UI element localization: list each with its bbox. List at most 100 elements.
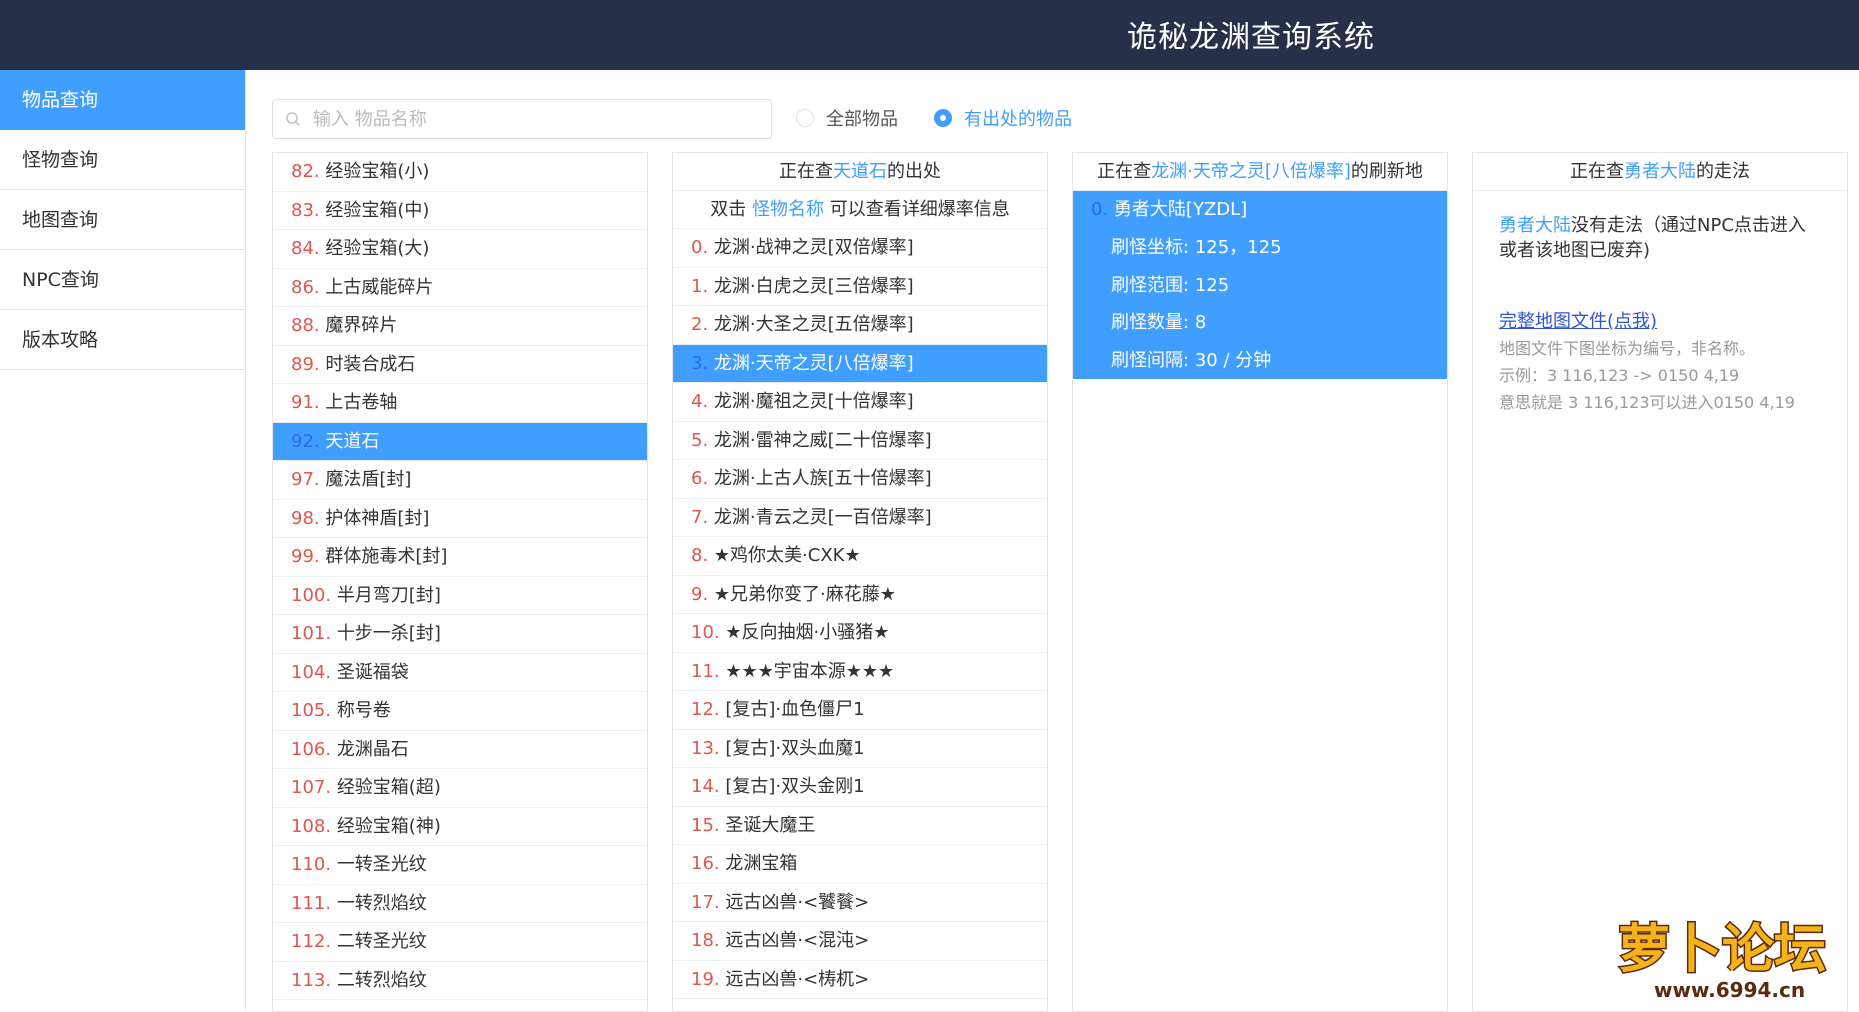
item-index: 98. (291, 507, 320, 529)
item-index: 86. (291, 276, 320, 298)
monster-row[interactable]: 9. ★兄弟你变了·麻花藤★ (673, 576, 1047, 614)
list-item[interactable]: 110. 一转圣光纹 (273, 846, 647, 885)
list-item-selected[interactable]: 92. 天道石 (273, 422, 647, 461)
monster-row[interactable]: 5. 龙渊·雷神之威[二十倍爆率] (673, 422, 1047, 460)
item-index: 84. (291, 238, 320, 259)
search-icon (286, 112, 300, 126)
search-input[interactable] (313, 102, 753, 136)
monster-row[interactable]: 19. 远古凶兽·<梼杌> (673, 961, 1047, 999)
monster-row[interactable]: 14. [复古]·双头金刚1 (673, 768, 1047, 807)
list-item[interactable]: 84. 经验宝箱(大) (273, 230, 647, 269)
list-item[interactable]: 100. 半月弯刀[封] (273, 577, 647, 615)
monster-row[interactable]: 15. 圣诞大魔王 (673, 807, 1047, 845)
route-content: 勇者大陆没有走法（通过NPC点击进入或者该地图已废弃) 完整地图文件(点我) 地… (1473, 191, 1847, 437)
item-name: 魔法盾[封] (325, 469, 412, 490)
monster-name: 龙渊·天帝之灵[八倍爆率] (713, 352, 914, 374)
monster-index: 13. (691, 737, 720, 759)
monster-name: 龙渊·战神之灵[双倍爆率] (713, 237, 914, 258)
list-item[interactable]: 108. 经验宝箱(神) (273, 808, 647, 846)
monster-name: 龙渊·青云之灵[一百倍爆率] (713, 506, 932, 528)
sidebar-item-version-guide[interactable]: 版本攻略 (0, 310, 245, 370)
monster-index: 5. (691, 429, 709, 451)
list-item[interactable]: 106. 龙渊晶石 (273, 731, 647, 769)
monster-name: 龙渊·大圣之灵[五倍爆率] (713, 314, 914, 335)
item-source-panel: 正在查天道石的出处 双击 怪物名称 可以查看详细爆率信息 0. 龙渊·战神之灵[… (672, 152, 1048, 1012)
monster-row[interactable]: 18. 远古凶兽·<混沌> (673, 922, 1047, 961)
monster-row-selected[interactable]: 3. 龙渊·天帝之灵[八倍爆率] (673, 344, 1047, 383)
list-item[interactable]: 89. 时装合成石 (273, 346, 647, 384)
route-note-3: 意思就是 3 116,123可以进入0150 4,19 (1499, 393, 1795, 412)
page-title: 诡秘龙渊查询系统 (1127, 20, 1375, 55)
monster-row[interactable]: 2. 龙渊·大圣之灵[五倍爆率] (673, 306, 1047, 345)
item-index: 106. (291, 738, 332, 760)
spawn-map-row[interactable]: 0. 勇者大陆[YZDL] (1073, 191, 1447, 229)
item-index: 82. (291, 161, 320, 182)
monster-name: 远古凶兽·<混沌> (725, 930, 870, 951)
item-index: 111. (291, 892, 332, 914)
monster-row[interactable]: 12. [复古]·血色僵尸1 (673, 691, 1047, 730)
sidebar-item-map-query[interactable]: 地图查询 (0, 190, 245, 250)
watermark-url: www.6994.cn (1654, 978, 1805, 1002)
monster-name: 龙渊·上古人族[五十倍爆率] (713, 468, 932, 489)
monster-row[interactable]: 10. ★反向抽烟·小骚猪★ (673, 614, 1047, 653)
monster-name: [复古]·双头血魔1 (725, 737, 865, 759)
monster-name: 龙渊·魔祖之灵[十倍爆率] (713, 391, 914, 412)
source-panel-hint: 双击 怪物名称 可以查看详细爆率信息 (673, 191, 1047, 229)
list-item[interactable]: 99. 群体施毒术[封] (273, 538, 647, 577)
list-item[interactable]: 97. 魔法盾[封] (273, 461, 647, 500)
list-item[interactable]: 104. 圣诞福袋 (273, 654, 647, 692)
item-index: 100. (291, 584, 332, 606)
current-monster-name: 龙渊·天帝之灵[八倍爆率] (1151, 161, 1351, 182)
item-name: 上古卷轴 (325, 392, 398, 413)
spawn-count: 刷怪数量: 8 (1111, 312, 1207, 333)
monster-row[interactable]: 11. ★★★宇宙本源★★★ (673, 653, 1047, 691)
sidebar-item-item-query[interactable]: 物品查询 (0, 70, 245, 130)
monster-row[interactable]: 6. 龙渊·上古人族[五十倍爆率] (673, 460, 1047, 499)
monster-name: ★鸡你太美·CXK★ (713, 545, 861, 566)
monster-name: 龙渊宝箱 (725, 853, 798, 874)
monster-row[interactable]: 17. 远古凶兽·<饕餮> (673, 884, 1047, 922)
item-search-box[interactable] (272, 99, 772, 139)
monster-row[interactable]: 13. [复古]·双头血魔1 (673, 730, 1047, 768)
monster-row[interactable]: 4. 龙渊·魔祖之灵[十倍爆率] (673, 383, 1047, 422)
monster-name: [复古]·双头金刚1 (725, 776, 865, 797)
current-map-name: 勇者大陆 (1624, 161, 1696, 182)
monster-row[interactable]: 1. 龙渊·白虎之灵[三倍爆率] (673, 268, 1047, 306)
list-item[interactable]: 101. 十步一杀[封] (273, 615, 647, 654)
monster-index: 1. (691, 275, 709, 297)
list-item[interactable]: 91. 上古卷轴 (273, 384, 647, 423)
list-item[interactable]: 88. 魔界碎片 (273, 307, 647, 346)
spawn-map-selected[interactable]: 0. 勇者大陆[YZDL] 刷怪坐标: 125，125 刷怪范围: 125 刷怪… (1073, 191, 1447, 379)
route-panel-header: 正在查勇者大陆的走法 (1473, 153, 1847, 191)
item-index: 112. (291, 931, 332, 952)
sidebar-item-npc-query[interactable]: NPC查询 (0, 250, 245, 310)
list-item[interactable]: 83. 经验宝箱(中) (273, 192, 647, 230)
map-index: 0. (1091, 199, 1109, 220)
item-name: 护体神盾[封] (325, 507, 430, 529)
item-index: 99. (291, 546, 320, 567)
radio-all-items[interactable]: 全部物品 (796, 104, 898, 132)
list-item[interactable]: 112. 二转圣光纹 (273, 923, 647, 962)
item-index: 113. (291, 969, 332, 991)
monster-row[interactable]: 7. 龙渊·青云之灵[一百倍爆率] (673, 499, 1047, 537)
monster-index: 18. (691, 930, 720, 951)
route-note-1: 地图文件下图坐标为编号，非名称。 (1499, 339, 1756, 358)
monster-row[interactable]: 0. 龙渊·战神之灵[双倍爆率] (673, 229, 1047, 268)
map-name: 勇者大陆[YZDL] (1113, 199, 1248, 220)
item-index: 88. (291, 315, 320, 336)
list-item[interactable]: 98. 护体神盾[封] (273, 500, 647, 538)
sidebar-item-monster-query[interactable]: 怪物查询 (0, 130, 245, 190)
list-item[interactable]: 107. 经验宝箱(超) (273, 769, 647, 808)
list-item[interactable]: 86. 上古威能碎片 (273, 269, 647, 307)
list-item[interactable]: 105. 称号卷 (273, 692, 647, 731)
radio-items-with-source[interactable]: 有出处的物品 (934, 104, 1072, 132)
monster-index: 16. (691, 853, 720, 874)
monster-row[interactable]: 8. ★鸡你太美·CXK★ (673, 537, 1047, 576)
list-item[interactable]: 82. 经验宝箱(小) (273, 153, 647, 192)
item-index: 110. (291, 854, 332, 875)
list-item[interactable]: 111. 一转烈焰纹 (273, 885, 647, 923)
item-index: 97. (291, 469, 320, 490)
list-item[interactable]: 113. 二转烈焰纹 (273, 962, 647, 1000)
full-map-file-link[interactable]: 完整地图文件(点我) (1499, 309, 1657, 334)
monster-row[interactable]: 16. 龙渊宝箱 (673, 845, 1047, 884)
